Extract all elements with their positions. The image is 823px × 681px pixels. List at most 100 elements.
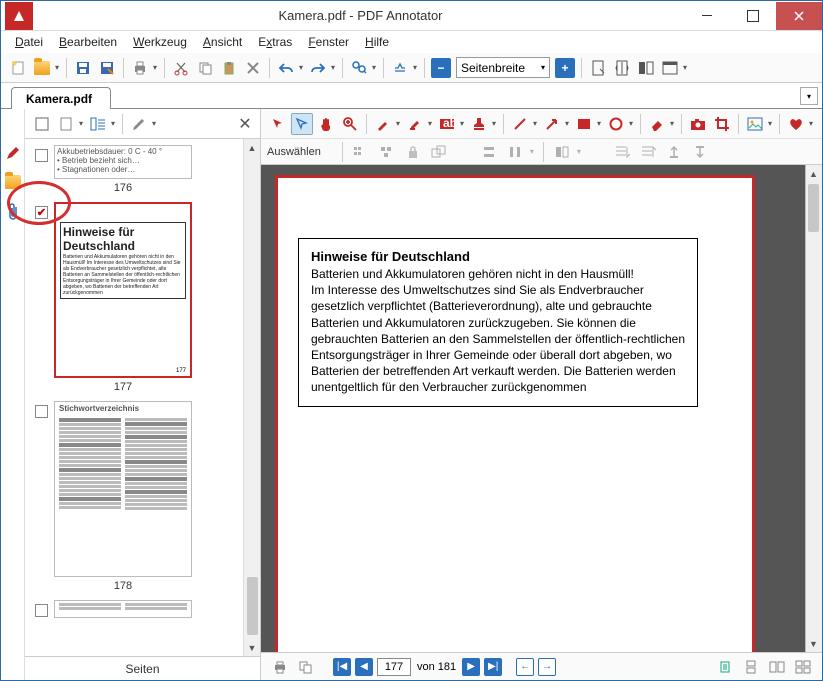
clip-icon[interactable] — [6, 203, 20, 221]
sidebar-close-button[interactable]: ✕ — [236, 115, 254, 133]
highlighter-tool[interactable] — [404, 113, 426, 135]
zoom-in-button[interactable]: + — [555, 58, 575, 78]
arrow-tool[interactable] — [541, 113, 563, 135]
page-thumbnail-selected[interactable]: Hinweise für DeutschlandBatterien und Ak… — [54, 202, 192, 378]
maximize-button[interactable] — [730, 2, 776, 30]
zoom-out-button[interactable]: − — [431, 58, 451, 78]
view-mode-button[interactable] — [87, 113, 109, 135]
move-down-button[interactable] — [689, 141, 711, 163]
thumb-row[interactable]: ✔ Hinweise für DeutschlandBatterien und … — [29, 202, 260, 399]
rect-tool[interactable] — [573, 113, 595, 135]
bookmark-dropdown[interactable]: ▾ — [411, 63, 419, 72]
image-tool[interactable] — [744, 113, 766, 135]
distribute-h-button[interactable] — [504, 141, 526, 163]
ellipse-tool[interactable] — [605, 113, 627, 135]
menu-bearbeiten[interactable]: Bearbeiten — [53, 33, 123, 51]
tab-overflow-button[interactable]: ▾ — [800, 87, 818, 105]
menu-hilfe[interactable]: Hilfe — [359, 33, 395, 51]
new-doc-button[interactable] — [7, 57, 29, 79]
find-dropdown[interactable]: ▾ — [370, 63, 378, 72]
redo-button[interactable] — [307, 57, 329, 79]
move-up-button[interactable] — [663, 141, 685, 163]
menu-ansicht[interactable]: Ansicht — [197, 33, 248, 51]
document-canvas[interactable]: Hinweise für Deutschland Batterien und A… — [261, 165, 822, 652]
find-button[interactable] — [348, 57, 370, 79]
two-page-button[interactable] — [635, 57, 657, 79]
thumb-row[interactable]: Akkubetriebsdauer: 0 C - 40 °• Betrieb b… — [29, 145, 260, 200]
crop-tool[interactable] — [711, 113, 733, 135]
page-thumbnail[interactable]: Akkubetriebsdauer: 0 C - 40 °• Betrieb b… — [54, 145, 192, 179]
layout-continuous-button[interactable] — [740, 656, 762, 678]
nav-back-button[interactable]: ← — [516, 658, 534, 676]
single-page-button[interactable] — [587, 57, 609, 79]
redo-dropdown[interactable]: ▾ — [329, 63, 337, 72]
fullscreen-dropdown[interactable]: ▾ — [681, 63, 689, 72]
open-dropdown[interactable]: ▾ — [53, 63, 61, 72]
select-all-button[interactable] — [31, 113, 53, 135]
align-left-button[interactable] — [350, 141, 372, 163]
add-page-button[interactable] — [55, 113, 77, 135]
zoom-tool[interactable] — [339, 113, 361, 135]
undo-button[interactable] — [275, 57, 297, 79]
pencil-icon[interactable] — [5, 145, 21, 161]
zoom-select[interactable]: Seitenbreite▾ — [456, 57, 550, 78]
menu-fenster[interactable]: Fenster — [302, 33, 355, 51]
page-thumbnail[interactable]: Stichwortverzeichnis — [54, 401, 192, 577]
group-button[interactable] — [428, 141, 450, 163]
layout-two-button[interactable] — [766, 656, 788, 678]
flip-h-button[interactable] — [551, 141, 573, 163]
favorite-tool[interactable] — [785, 113, 807, 135]
thumb-checkbox[interactable]: ✔ — [35, 206, 48, 219]
delete-button[interactable] — [242, 57, 264, 79]
pan-tool[interactable] — [315, 113, 337, 135]
print-dropdown[interactable]: ▾ — [151, 63, 159, 72]
folder-icon[interactable] — [5, 175, 21, 189]
lock-button[interactable] — [402, 141, 424, 163]
align-center-button[interactable] — [376, 141, 398, 163]
save-as-button[interactable] — [96, 57, 118, 79]
thumb-checkbox[interactable] — [35, 604, 48, 617]
document-tab[interactable]: Kamera.pdf — [11, 87, 111, 109]
menu-werkzeug[interactable]: Werkzeug — [127, 33, 193, 51]
first-page-button[interactable]: |◀ — [333, 658, 351, 676]
thumb-checkbox[interactable] — [35, 405, 48, 418]
page-thumbnail[interactable] — [54, 600, 192, 618]
settings-button[interactable] — [128, 113, 150, 135]
page-input[interactable] — [377, 658, 411, 676]
undo-dropdown[interactable]: ▾ — [297, 63, 305, 72]
fullscreen-button[interactable] — [659, 57, 681, 79]
eraser-tool[interactable] — [646, 113, 668, 135]
print-button[interactable] — [129, 57, 151, 79]
prev-page-button[interactable]: ◀ — [355, 658, 373, 676]
thumb-row[interactable] — [29, 600, 260, 618]
distribute-v-button[interactable] — [478, 141, 500, 163]
continuous-button[interactable] — [611, 57, 633, 79]
bookmark-button[interactable] — [389, 57, 411, 79]
status-print-button[interactable] — [269, 656, 291, 678]
line-tool[interactable] — [509, 113, 531, 135]
canvas-scrollbar[interactable]: ▲ ▼ — [805, 165, 822, 652]
close-button[interactable] — [776, 2, 822, 30]
paste-button[interactable] — [218, 57, 240, 79]
send-back-button[interactable] — [637, 141, 659, 163]
minimize-button[interactable] — [684, 2, 730, 30]
pointer-tool[interactable] — [267, 113, 289, 135]
menu-datei[interactable]: Datei — [9, 33, 49, 51]
bring-front-button[interactable] — [611, 141, 633, 163]
thumb-row[interactable]: Stichwortverzeichnis 178 — [29, 401, 260, 598]
layout-single-button[interactable] — [714, 656, 736, 678]
last-page-button[interactable]: ▶| — [484, 658, 502, 676]
stamp-tool[interactable] — [468, 113, 490, 135]
nav-forward-button[interactable]: → — [538, 658, 556, 676]
layout-two-cont-button[interactable] — [792, 656, 814, 678]
thumb-checkbox[interactable] — [35, 149, 48, 162]
copy-button[interactable] — [194, 57, 216, 79]
cut-button[interactable] — [170, 57, 192, 79]
sidebar-scrollbar[interactable]: ▲ ▼ — [243, 139, 260, 656]
menu-extras[interactable]: Extras — [252, 33, 298, 51]
select-tool[interactable] — [291, 113, 313, 135]
next-page-button[interactable]: ▶ — [462, 658, 480, 676]
pen-tool[interactable] — [372, 113, 394, 135]
camera-tool[interactable] — [687, 113, 709, 135]
text-tool[interactable]: ab — [436, 113, 458, 135]
